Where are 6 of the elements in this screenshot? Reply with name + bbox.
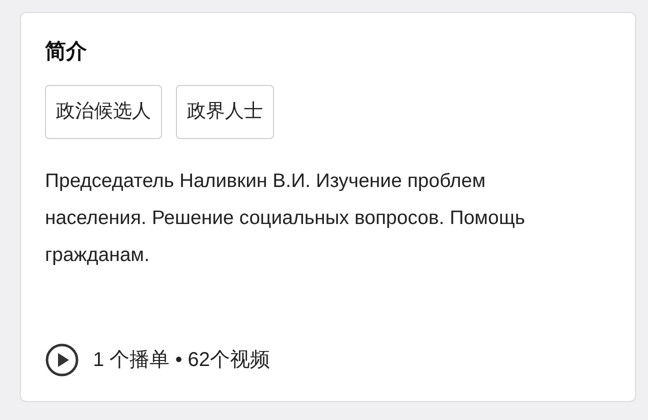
section-title: 简介 [45,39,88,65]
tag-chip[interactable]: 政界人士 [176,85,274,140]
playlist-count: 1 个播单 • 62个视频 [93,348,270,373]
play-icon [45,343,79,377]
tag-chip[interactable]: 政治候选人 [45,85,162,140]
description-text: Председатель Наливкин В.И. Изучение проблем населения. Решение социальных вопросов. Помощь гражданам. [45,169,526,268]
